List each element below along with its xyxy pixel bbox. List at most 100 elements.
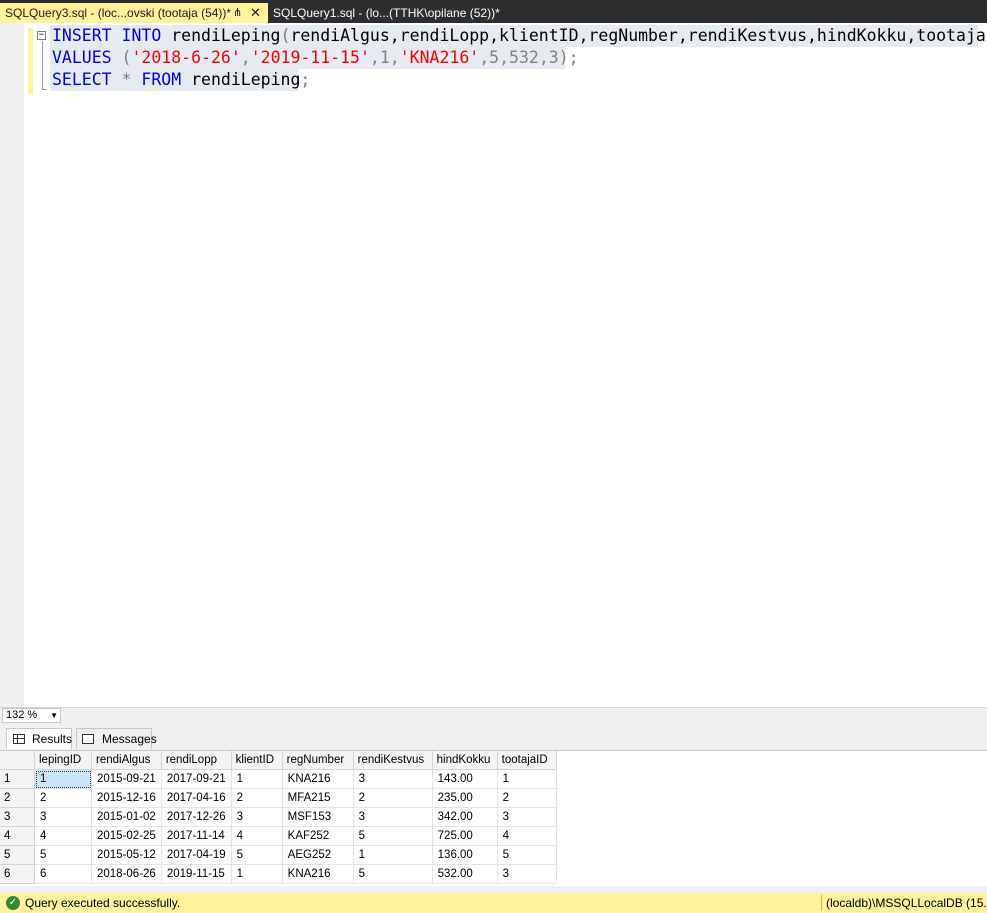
row-number[interactable]: 3 [0,807,35,827]
row-number[interactable]: 2 [0,788,35,808]
table-cell[interactable]: KAF252 [282,826,354,846]
table-cell[interactable]: 2 [231,788,283,808]
zoom-select[interactable]: 132 % ▼ [2,708,61,723]
table-cell[interactable]: 2017-04-16 [161,788,232,808]
column-header[interactable]: rendiLopp [161,751,232,770]
table-name: rendiLeping [171,26,281,45]
comma: , [240,48,251,67]
tab-messages[interactable]: Messages [76,728,157,749]
outline-line [42,41,43,89]
header-row: lepingID rendiAlgus rendiLopp klientID r… [0,751,557,770]
table-row[interactable]: 6 6 2018-06-26 2019-11-15 1 KNA216 5 532… [0,864,557,884]
table-cell[interactable]: 2017-04-19 [161,845,232,865]
column-header[interactable]: rendiAlgus [91,751,162,770]
table-cell[interactable]: 235.00 [432,788,498,808]
check-icon: ✓ [6,896,20,910]
table-cell[interactable]: MFA215 [282,788,354,808]
table-cell[interactable]: MSF153 [282,807,354,827]
table-cell[interactable]: 6 [34,864,92,884]
row-number[interactable]: 6 [0,864,35,884]
code-line-2: VALUES ('2018-6-26','2019-11-15',1,'KNA2… [52,47,579,69]
asterisk: * [121,70,132,89]
table-cell[interactable]: 1 [497,769,557,789]
column-header[interactable]: lepingID [34,751,92,770]
table-row[interactable]: 1 1 2015-09-21 2017-09-21 1 KNA216 3 143… [0,769,557,789]
column-header[interactable]: tootajaID [497,751,557,770]
table-cell[interactable]: 1 [353,845,433,865]
query-editor[interactable]: − INSERT INTO rendiLeping(rendiAlgus,ren… [0,23,987,707]
table-cell[interactable]: 3 [231,807,283,827]
table-row[interactable]: 3 3 2015-01-02 2017-12-26 3 MSF153 3 342… [0,807,557,827]
editor-margin-strip [24,23,26,707]
tab-sqlquery3[interactable]: SQLQuery3.sql - (loc...ovski (tootaja (5… [0,3,268,23]
table-cell[interactable]: 5 [353,826,433,846]
results-grid[interactable]: lepingID rendiAlgus rendiLopp klientID r… [0,750,987,886]
string-literal: 'KNA216' [399,48,480,67]
values-tail: ,5,532,3); [479,48,579,67]
table-cell[interactable]: KNA216 [282,864,354,884]
table-cell[interactable]: 5 [34,845,92,865]
table-row[interactable]: 2 2 2015-12-16 2017-04-16 2 MFA215 2 235… [0,788,557,808]
table-cell[interactable]: 2017-09-21 [161,769,232,789]
table-cell[interactable]: AEG252 [282,845,354,865]
table-cell[interactable]: 2015-01-02 [91,807,162,827]
table-cell[interactable]: 3 [353,807,433,827]
table-cell[interactable]: 3 [353,769,433,789]
string-literal: '2019-11-15' [250,48,370,67]
table-cell[interactable]: 5 [231,845,283,865]
table-cell[interactable]: 2017-12-26 [161,807,232,827]
column-header[interactable]: klientID [231,751,283,770]
document-tab-bar: SQLQuery3.sql - (loc...ovski (tootaja (5… [0,0,987,23]
status-message: Query executed successfully. [25,896,181,910]
table-cell[interactable]: 2018-06-26 [91,864,162,884]
keyword-values: VALUES [52,48,112,67]
table-cell[interactable]: 5 [353,864,433,884]
column-header[interactable]: regNumber [282,751,354,770]
tab-results[interactable]: Results [6,728,72,749]
table-cell[interactable]: 3 [497,864,557,884]
column-header[interactable]: hindKokku [432,751,498,770]
table-cell[interactable]: 725.00 [432,826,498,846]
table-cell[interactable]: 5 [497,845,557,865]
table-cell[interactable]: 2015-12-16 [91,788,162,808]
table-cell[interactable]: 1 [231,769,283,789]
close-icon[interactable]: ✕ [250,3,261,23]
editor-margin [0,23,24,707]
table-cell[interactable]: 2 [34,788,92,808]
table-cell[interactable]: 136.00 [432,845,498,865]
pin-icon[interactable]: ⋔ [233,3,242,23]
tab-sqlquery1[interactable]: SQLQuery1.sql - (lo...(TTHK\opilane (52)… [268,3,500,23]
table-cell[interactable]: KNA216 [282,769,354,789]
keyword-insert-into: INSERT INTO [52,26,162,45]
table-cell[interactable]: 1 [34,769,92,789]
row-number[interactable]: 1 [0,769,35,789]
chevron-down-icon[interactable]: ▼ [50,709,58,722]
table-row[interactable]: 4 4 2015-02-25 2017-11-14 4 KAF252 5 725… [0,826,557,846]
table-cell[interactable]: 2017-11-14 [161,826,232,846]
table-row[interactable]: 5 5 2015-05-12 2017-04-19 5 AEG252 1 136… [0,845,557,865]
table-cell[interactable]: 342.00 [432,807,498,827]
table-cell[interactable]: 4 [231,826,283,846]
results-table: lepingID rendiAlgus rendiLopp klientID r… [0,751,557,884]
table-cell[interactable]: 143.00 [432,769,498,789]
column-header[interactable]: rendiKestvus [353,751,433,770]
table-cell[interactable]: 2015-09-21 [91,769,162,789]
collapse-icon[interactable]: − [37,31,46,40]
table-cell[interactable]: 2 [353,788,433,808]
table-cell[interactable]: 2015-02-25 [91,826,162,846]
table-cell[interactable]: 4 [34,826,92,846]
table-cell[interactable]: 1 [231,864,283,884]
table-cell[interactable]: 532.00 [432,864,498,884]
table-cell[interactable]: 3 [497,807,557,827]
table-cell[interactable]: 4 [497,826,557,846]
table-cell[interactable]: 2019-11-15 [161,864,232,884]
table-cell[interactable]: 2015-05-12 [91,845,162,865]
row-number[interactable]: 5 [0,845,35,865]
table-cell[interactable]: 3 [34,807,92,827]
code-line-1: INSERT INTO rendiLeping(rendiAlgus,rendi… [52,25,987,47]
zoom-bar: 132 % ▼ [0,707,987,724]
change-tracking-bar [28,28,33,94]
table-cell[interactable]: 2 [497,788,557,808]
row-number[interactable]: 4 [0,826,35,846]
values-middle: ,1, [369,48,400,67]
